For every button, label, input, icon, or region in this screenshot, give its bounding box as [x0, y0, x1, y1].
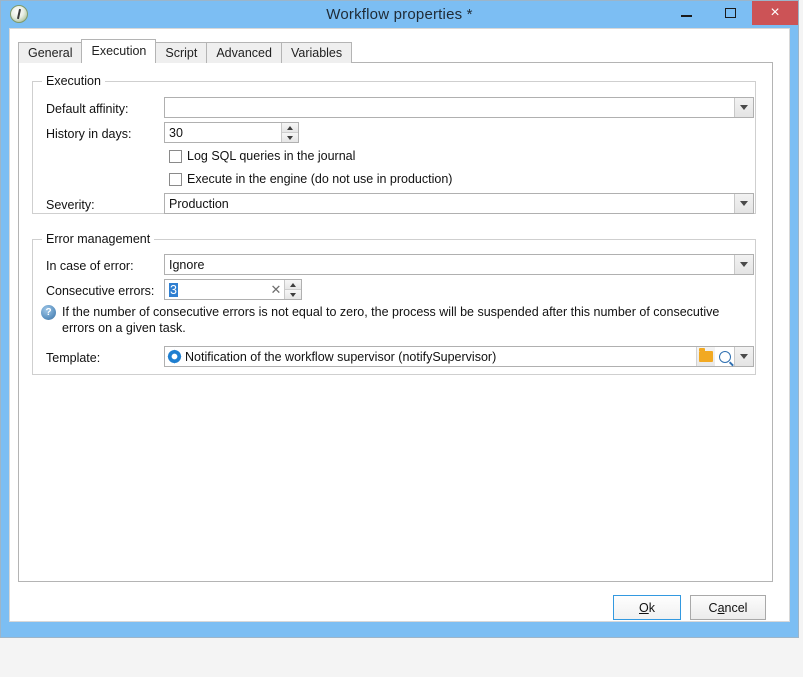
in-case-of-error-combo[interactable]: Ignore [164, 254, 754, 275]
default-affinity-dropdown-button[interactable] [734, 98, 753, 117]
workflow-template-icon [167, 349, 182, 364]
in-case-of-error-value: Ignore [169, 257, 205, 272]
dialog-client-area: General Execution Script Advanced Variab… [9, 28, 790, 622]
default-affinity-combo[interactable] [164, 97, 754, 118]
folder-icon [699, 348, 713, 362]
chevron-down-icon [740, 105, 748, 110]
severity-label: Severity: [46, 198, 95, 212]
caret-up-icon [287, 125, 293, 130]
tab-script[interactable]: Script [155, 42, 208, 63]
history-in-days-increment[interactable] [282, 123, 298, 133]
window-controls: × [664, 1, 798, 28]
consecutive-errors-spinbox[interactable]: 3 ✕ [164, 279, 302, 300]
cancel-accel: a [717, 600, 725, 615]
cancel-button[interactable]: Cancel [690, 595, 766, 620]
consecutive-errors-value-wrap[interactable]: 3 [165, 282, 268, 297]
template-field[interactable]: Notification of the workflow supervisor … [164, 346, 754, 367]
consecutive-errors-decrement[interactable] [285, 290, 301, 299]
consecutive-errors-increment[interactable] [285, 280, 301, 290]
log-sql-checkbox[interactable] [169, 149, 182, 163]
history-in-days-stepper[interactable] [281, 123, 298, 142]
clear-icon[interactable]: ✕ [268, 282, 284, 298]
execute-in-engine-checkbox[interactable] [169, 172, 182, 186]
tab-panel-execution: Execution Default affinity: History in d… [18, 62, 773, 582]
history-in-days-value[interactable]: 30 [165, 126, 281, 140]
severity-value: Production [169, 196, 229, 211]
maximize-button[interactable] [708, 1, 752, 25]
maximize-icon [724, 8, 736, 18]
consecutive-errors-stepper[interactable] [284, 280, 301, 299]
caret-down-icon [287, 135, 293, 140]
caret-up-icon [290, 282, 296, 287]
template-browse-button[interactable] [696, 347, 715, 366]
ok-accel: O [639, 600, 649, 615]
ok-button[interactable]: Ok [613, 595, 681, 620]
execute-in-engine-checkbox-row[interactable]: Execute in the engine (do not use in pro… [169, 172, 452, 186]
chevron-down-icon [740, 354, 748, 359]
cancel-after: ncel [724, 600, 748, 615]
close-button[interactable]: × [752, 1, 798, 25]
tab-general[interactable]: General [18, 42, 83, 63]
template-dropdown-button[interactable] [734, 347, 753, 366]
severity-dropdown-button[interactable] [734, 194, 753, 213]
dialog-window: Workflow properties * × General Executio… [0, 0, 799, 638]
question-help-icon: ? [41, 305, 56, 320]
cancel-before: C [708, 600, 718, 615]
default-affinity-label: Default affinity: [46, 102, 129, 116]
ok-rest: k [648, 600, 655, 615]
log-sql-label: Log SQL queries in the journal [187, 149, 356, 163]
log-sql-checkbox-row[interactable]: Log SQL queries in the journal [169, 149, 355, 163]
tab-advanced[interactable]: Advanced [206, 42, 282, 63]
workflow-app-icon [10, 5, 28, 23]
history-in-days-label: History in days: [46, 127, 132, 141]
template-value: Notification of the workflow supervisor … [185, 349, 497, 364]
minimize-icon [680, 15, 692, 17]
history-in-days-spinbox[interactable]: 30 [164, 122, 299, 143]
tab-strip: General Execution Script Advanced Variab… [18, 39, 353, 63]
error-management-groupbox-title: Error management [42, 232, 155, 246]
consecutive-errors-value[interactable]: 3 [169, 282, 178, 297]
severity-combo[interactable]: Production [164, 193, 754, 214]
chevron-down-icon [740, 262, 748, 267]
in-case-of-error-dropdown-button[interactable] [734, 255, 753, 274]
template-search-button[interactable] [715, 347, 734, 366]
tab-variables[interactable]: Variables [280, 42, 353, 63]
magnifier-icon [718, 350, 731, 363]
history-in-days-decrement[interactable] [282, 133, 298, 142]
execute-in-engine-label: Execute in the engine (do not use in pro… [187, 172, 453, 186]
minimize-button[interactable] [664, 1, 708, 25]
chevron-down-icon [740, 201, 748, 206]
in-case-of-error-label: In case of error: [46, 259, 134, 273]
caret-down-icon [290, 292, 296, 297]
template-label: Template: [46, 351, 101, 365]
tab-execution[interactable]: Execution [81, 39, 157, 63]
title-bar: Workflow properties * × [1, 1, 798, 28]
consecutive-errors-help-text: If the number of consecutive errors is n… [62, 305, 720, 335]
consecutive-errors-label: Consecutive errors: [46, 284, 155, 298]
execution-groupbox-title: Execution [42, 74, 105, 88]
consecutive-errors-help-note: ? If the number of consecutive errors is… [41, 304, 751, 336]
